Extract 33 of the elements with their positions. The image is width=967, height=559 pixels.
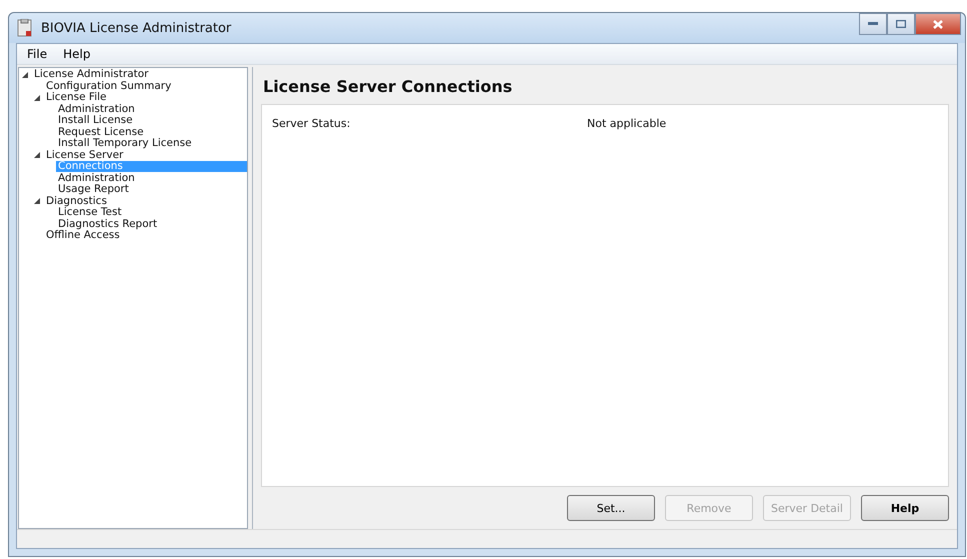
tree-item[interactable]: License Test: [56, 207, 124, 218]
tree-item[interactable]: Administration: [56, 104, 137, 115]
tree-item[interactable]: Diagnostics: [44, 196, 109, 207]
minimize-button[interactable]: [859, 13, 887, 35]
close-icon: [933, 20, 943, 28]
tree-item[interactable]: Usage Report: [56, 184, 131, 196]
tree-item[interactable]: License Administrator: [32, 69, 151, 80]
expanded-icon[interactable]: [33, 151, 41, 160]
tree-item[interactable]: Offline Access: [44, 230, 122, 242]
tree-item[interactable]: License File: [44, 92, 108, 104]
tree-item[interactable]: Install License: [56, 115, 135, 126]
expanded-icon[interactable]: [33, 94, 41, 102]
dialog-button[interactable]: Set...: [567, 495, 655, 521]
dialog-button[interactable]: Help: [861, 495, 949, 521]
menu-item[interactable]: File: [21, 47, 54, 61]
expanded-icon[interactable]: [21, 70, 29, 79]
app-icon: [17, 19, 33, 37]
tree-item[interactable]: Install Temporary License: [56, 138, 194, 150]
tree-item[interactable]: Request License: [56, 126, 146, 138]
tree-item[interactable]: Configuration Summary: [44, 80, 174, 92]
tree-item[interactable]: Administration: [56, 172, 137, 184]
expanded-icon[interactable]: [33, 197, 41, 206]
field-label: Server Status:: [272, 117, 352, 130]
field-value: Not applicable: [587, 117, 668, 130]
tree-item[interactable]: Diagnostics Report: [56, 218, 160, 230]
panel-heading: License Server Connections: [263, 77, 514, 96]
maximize-icon: [896, 20, 906, 28]
minimize-icon: [868, 22, 878, 26]
window-title: BIOVIA License Administrator: [41, 20, 232, 36]
close-button[interactable]: [915, 13, 961, 35]
menu-item[interactable]: Help: [57, 47, 96, 61]
maximize-button[interactable]: [887, 13, 915, 35]
tree-item[interactable]: License Server: [44, 150, 126, 161]
